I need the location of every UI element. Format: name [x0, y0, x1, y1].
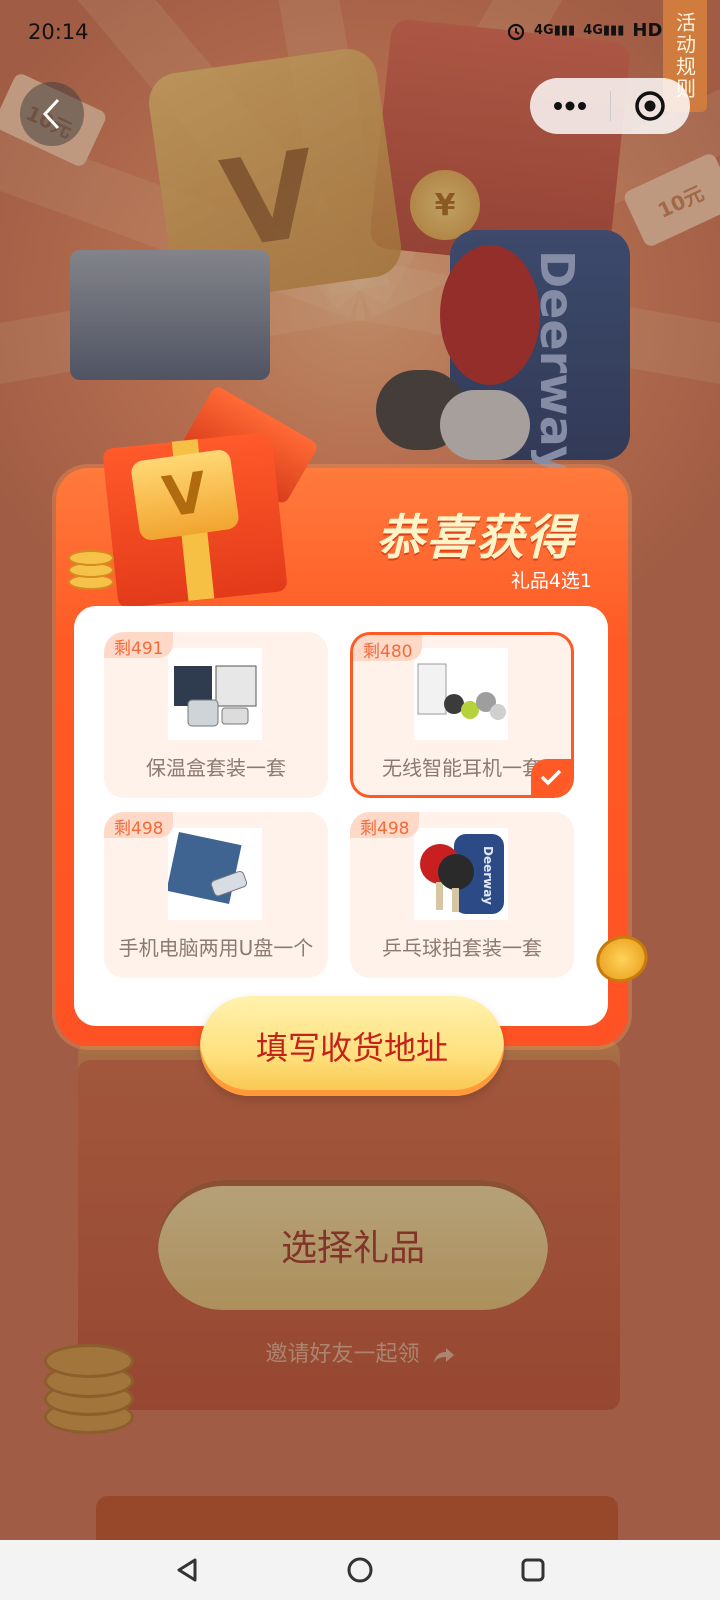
status-time: 20:14	[28, 20, 89, 44]
triangle-back-icon	[177, 1558, 197, 1582]
checkmark-icon	[531, 759, 571, 795]
nav-back-button[interactable]	[157, 1540, 217, 1600]
status-bar: 20:14 4G▮▮▮ 4G▮▮▮ HD	[0, 0, 720, 66]
earbuds-image	[414, 648, 508, 740]
signal-icon: 4G▮▮▮	[583, 23, 625, 38]
gift-options-panel: 剩491 保温盒套装一套 剩480 无线智能耳机一套 剩498 手机电脑两用U盘…	[74, 606, 608, 1026]
stock-badge: 剩480	[353, 635, 423, 662]
popup-title: 恭喜获得	[375, 510, 576, 566]
lunchbox-image	[168, 648, 262, 740]
system-nav-bar	[0, 1540, 720, 1600]
gift-option-usb-drive[interactable]: 剩498 手机电脑两用U盘一个	[104, 812, 328, 978]
close-miniprogram-button[interactable]	[611, 78, 691, 134]
gift-name: 手机电脑两用U盘一个	[118, 936, 314, 960]
stock-badge: 剩498	[104, 812, 174, 839]
fill-address-button[interactable]: 填写收货地址	[200, 996, 504, 1096]
circle-home-icon	[347, 1557, 373, 1583]
usb-drive-image	[168, 828, 262, 920]
chevron-left-icon	[42, 98, 60, 130]
more-button[interactable]	[530, 78, 610, 134]
popup-subtitle: 礼品4选1	[510, 570, 592, 592]
gift-name: 乒乓球拍套装一套	[382, 936, 542, 960]
gift-option-pingpong-set[interactable]: Deerway 剩498 乒乓球拍套装一套	[350, 812, 574, 978]
target-close-icon	[635, 91, 665, 121]
nav-home-button[interactable]	[330, 1540, 390, 1600]
pingpong-paddle-image: Deerway	[414, 828, 508, 920]
miniprogram-capsule	[530, 78, 690, 134]
stock-badge: 剩491	[104, 632, 174, 659]
alarm-icon	[507, 23, 525, 40]
signal-icon: 4G▮▮▮	[534, 23, 576, 38]
nav-recents-button[interactable]	[503, 1540, 563, 1600]
gift-name: 保温盒套装一套	[146, 756, 286, 780]
back-button[interactable]	[20, 82, 84, 146]
square-recents-icon	[521, 1558, 545, 1582]
hd-icon: HD	[632, 20, 663, 41]
stock-badge: 剩498	[350, 812, 420, 839]
gift-option-earbuds[interactable]: 剩480 无线智能耳机一套	[350, 632, 574, 798]
gift-option-lunchbox[interactable]: 剩491 保温盒套装一套	[104, 632, 328, 798]
svg-text:Deerway: Deerway	[481, 846, 495, 905]
gift-box-icon: V	[40, 384, 320, 610]
more-dots-icon	[553, 101, 586, 111]
